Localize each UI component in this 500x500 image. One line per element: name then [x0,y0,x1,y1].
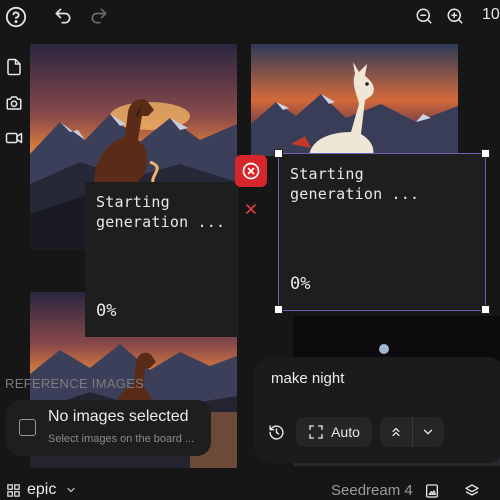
layers-icon[interactable] [463,482,481,500]
close-x-icon[interactable] [243,201,259,217]
resize-handle-tl[interactable] [274,149,283,158]
model-name[interactable]: Seedream 4 [331,482,413,499]
chevrons-up-icon[interactable] [380,417,413,447]
selection-outline [278,153,486,311]
chevron-down-icon[interactable] [413,417,445,447]
board-chevron-down-icon[interactable] [64,483,78,497]
reference-title: No images selected [48,408,189,425]
aspect-auto-button[interactable]: Auto [296,417,372,447]
video-icon[interactable] [4,128,24,148]
left-toolbar [0,45,28,165]
generation-status: Starting generation ... [96,193,226,231]
aspect-auto-label: Auto [331,424,360,440]
resize-handle-tr[interactable] [481,149,490,158]
reference-images-header: REFERENCE IMAGES [5,376,145,391]
board-name[interactable]: epic [27,481,56,499]
top-toolbar: 10 [0,0,500,34]
image-sparkle-icon[interactable] [423,482,441,500]
document-icon[interactable] [4,57,24,77]
grid-icon[interactable] [5,482,21,498]
cancel-generation-button[interactable] [235,155,267,187]
zoom-level[interactable]: 10 [482,6,500,24]
help-circle-icon[interactable] [4,5,28,29]
cancel-circle-icon [242,162,260,180]
reference-subtitle: Select images on the board ... [48,433,195,445]
undo-icon[interactable] [52,5,74,27]
generation-progress: 0% [96,301,117,321]
generation-card-1: Starting generation ... 0% [85,182,239,337]
history-icon[interactable] [266,422,286,442]
priority-controls [380,417,444,447]
resize-handle-br[interactable] [481,305,490,314]
redo-icon[interactable] [88,5,110,27]
zoom-out-icon[interactable] [413,5,435,27]
prompt-panel: make night Auto [254,357,500,463]
expand-icon [309,425,323,439]
resize-handle-bl[interactable] [274,305,283,314]
zoom-in-icon[interactable] [444,5,466,27]
reference-images-panel: No images selected Select images on the … [6,400,211,456]
camera-icon[interactable] [4,93,24,113]
reference-checkbox[interactable] [19,419,36,436]
prompt-input[interactable]: make night [271,370,344,387]
llama-image-tile[interactable] [251,44,458,156]
bottom-bar: epic Seedream 4 [0,481,500,500]
